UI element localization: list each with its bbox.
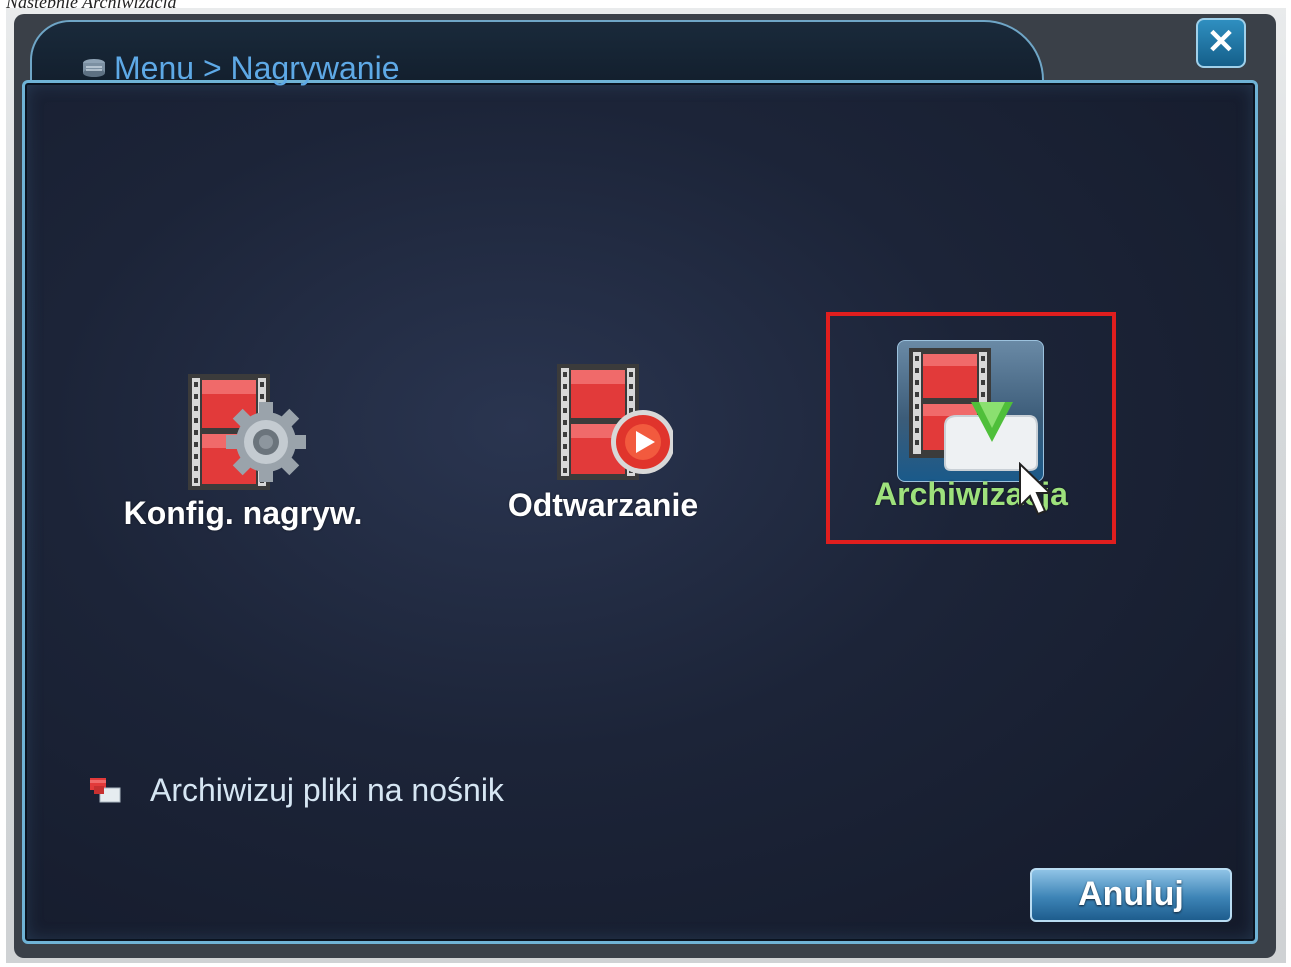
menu-label-playback: Odtwarzanie	[507, 487, 699, 523]
film-gear-icon	[188, 374, 306, 490]
highlight-frame	[826, 312, 1116, 544]
cancel-button[interactable]: Anuluj	[1030, 868, 1232, 922]
archive-files-icon	[90, 777, 121, 802]
hint-text: Archiwizuj pliki na nośnik	[150, 772, 504, 808]
hdd-stack-icon	[83, 58, 105, 77]
film-play-icon	[557, 364, 673, 480]
menu-item-record-config[interactable]: Konfig. nagryw.	[108, 370, 378, 532]
menu-label-record-config: Konfig. nagryw.	[123, 495, 363, 531]
close-button[interactable]: ✕	[1196, 18, 1246, 68]
breadcrumb: Menu > Nagrywanie	[114, 50, 400, 86]
menu-item-playback[interactable]: Odtwarzanie	[478, 362, 728, 524]
close-icon: ✕	[1206, 23, 1236, 61]
title-bar: Menu > Nagrywanie	[80, 50, 399, 87]
mouse-cursor-icon	[1019, 462, 1052, 516]
hint-row: Archiwizuj pliki na nośnik	[88, 772, 504, 809]
